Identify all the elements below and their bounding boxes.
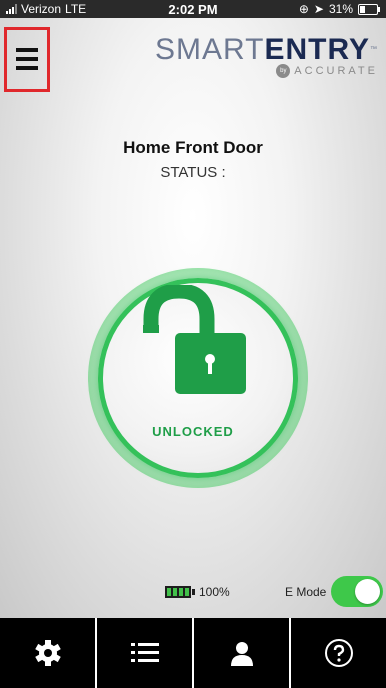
logo-by-badge: by [276, 64, 291, 78]
status-bar: Verizon LTE 2:02 PM ⊕ ➤ 31% [0, 0, 386, 18]
status-label: STATUS : [160, 164, 226, 181]
app-screen: Verizon LTE 2:02 PM ⊕ ➤ 31% SMARTENTRY™ … [0, 0, 386, 618]
logo-trademark: ™ [370, 46, 378, 53]
tab-bar [0, 618, 386, 688]
tab-help[interactable] [291, 618, 386, 688]
lock-rotation-icon: ⊕ [298, 2, 309, 16]
tab-list[interactable] [97, 618, 194, 688]
tab-settings[interactable] [0, 618, 97, 688]
emode-label: E Mode [285, 585, 327, 599]
list-icon [130, 643, 159, 662]
emode-toggle[interactable] [331, 576, 383, 607]
toggle-knob [355, 579, 380, 604]
device-battery-level: 100% [199, 585, 230, 599]
location-icon: ➤ [313, 2, 324, 16]
gear-icon [34, 640, 61, 666]
menu-button[interactable] [4, 27, 50, 92]
unlocked-padlock-icon [143, 285, 246, 394]
hamburger-menu-icon [16, 48, 38, 75]
status-right: ⊕ ➤ 31% [298, 2, 380, 16]
smartentry-logo: SMARTENTRY™ by ACCURATE [155, 34, 378, 78]
logo-accurate: ACCURATE [294, 65, 378, 77]
battery-icon [358, 3, 380, 15]
logo-entry: ENTRY [264, 33, 370, 66]
device-battery-icon [165, 586, 195, 598]
lock-state-label: UNLOCKED [152, 424, 234, 439]
user-icon [230, 642, 253, 666]
door-name: Home Front Door [123, 138, 263, 157]
battery-percent: 31% [328, 2, 353, 16]
logo-smart: SMART [154, 33, 265, 66]
help-icon [324, 639, 353, 667]
device-battery: 100% [165, 585, 230, 599]
tab-account[interactable] [194, 618, 291, 688]
